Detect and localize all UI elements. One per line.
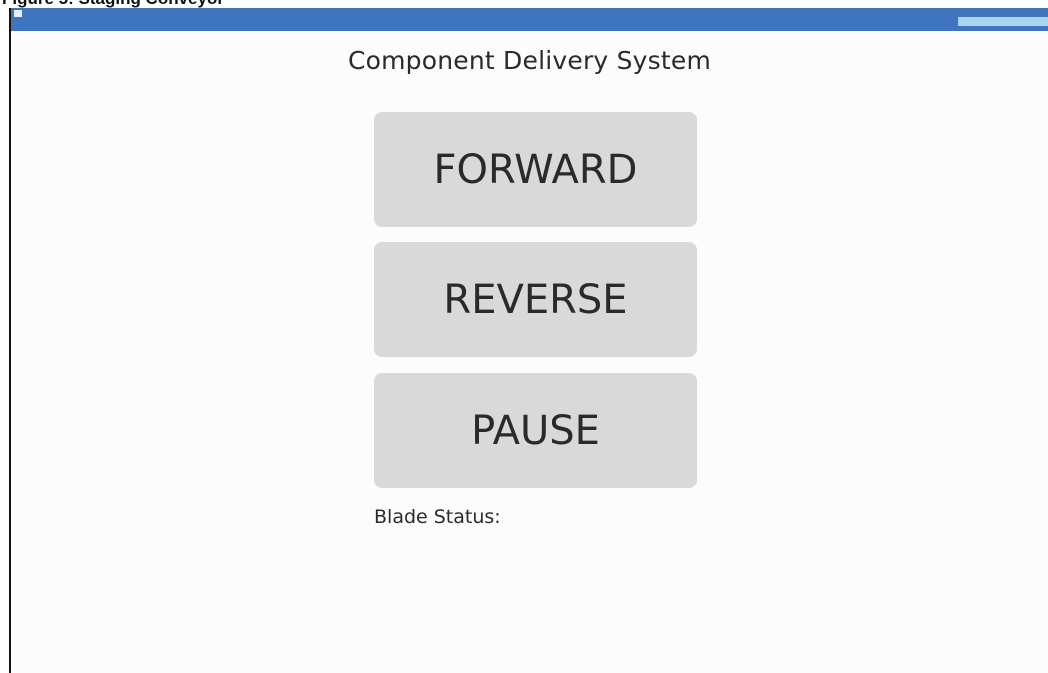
blade-status-label: Blade Status: — [374, 506, 501, 528]
status-indicator-bar — [958, 17, 1048, 26]
pause-button[interactable]: PAUSE — [374, 373, 697, 488]
blade-status: Blade Status: — [374, 506, 501, 528]
title-bar — [11, 8, 1048, 31]
figure-caption: Figure 5: Staging Conveyor — [0, 0, 1048, 8]
forward-button[interactable]: FORWARD — [374, 112, 697, 227]
window-menu-icon[interactable] — [14, 10, 22, 17]
page-title: Component Delivery System — [347, 46, 712, 75]
reverse-button[interactable]: REVERSE — [374, 242, 697, 357]
figure-caption-text: Figure 5: Staging Conveyor — [2, 0, 224, 8]
hmi-screen: Component Delivery System FORWARD REVERS… — [9, 8, 1048, 673]
